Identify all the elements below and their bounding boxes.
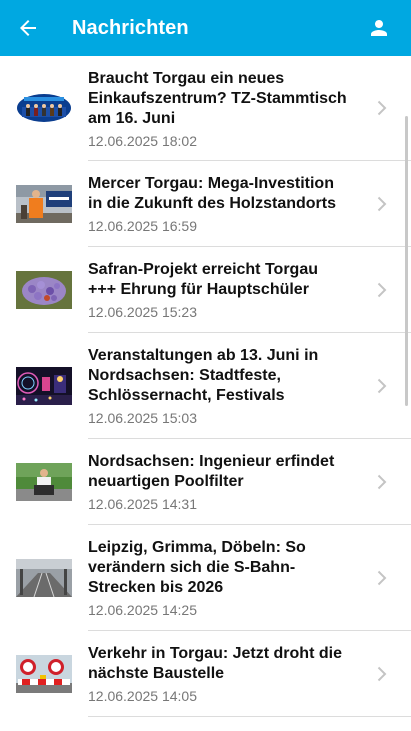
app-bar: Nachrichten [0, 0, 411, 56]
news-item[interactable]: Leipzig, Grimma, Döbeln: So verändern si… [0, 525, 411, 631]
chevron-right-icon [375, 664, 389, 684]
news-title: Veranstaltungen ab 13. Juni in Nordsachs… [88, 347, 319, 404]
news-date: 12.06.2025 14:25 [88, 602, 197, 618]
news-date: 12.06.2025 15:03 [88, 410, 197, 426]
news-title: Nordsachsen: Ingenieur erfindet neuartig… [88, 453, 335, 490]
news-title: Leipzig, Grimma, Döbeln: So verändern si… [88, 539, 306, 596]
profile-button[interactable] [359, 8, 399, 48]
chevron-right-icon [375, 472, 389, 492]
news-item[interactable]: Nordsachsen: Ingenieur erfindet neuartig… [0, 439, 411, 525]
divider [88, 716, 411, 717]
news-title: Mercer Torgau: Mega-Investition in die Z… [88, 175, 337, 212]
chevron-right-icon [375, 376, 389, 396]
news-date: 12.06.2025 14:05 [88, 688, 197, 704]
news-date: 12.06.2025 18:02 [88, 133, 197, 149]
back-button[interactable] [0, 0, 56, 56]
news-item[interactable]: Verkehr in Torgau: Jetzt droht die nächs… [0, 631, 411, 717]
news-item[interactable]: Safran-Projekt erreicht Torgau +++ Ehrun… [0, 247, 411, 333]
chevron-right-icon [375, 568, 389, 588]
news-title: Braucht Torgau ein neues Einkaufszentrum… [88, 70, 347, 127]
chevron-right-icon [375, 194, 389, 214]
news-thumbnail [16, 559, 72, 597]
news-date: 12.06.2025 15:23 [88, 304, 197, 320]
news-item[interactable]: Veranstaltungen ab 13. Juni in Nordsachs… [0, 333, 411, 439]
arrow-back-icon [20, 20, 36, 36]
news-item[interactable]: Mercer Torgau: Mega-Investition in die Z… [0, 161, 411, 247]
chevron-right-icon [375, 98, 389, 118]
scrollbar[interactable] [405, 116, 408, 406]
person-icon [371, 20, 387, 36]
news-title: Verkehr in Torgau: Jetzt droht die nächs… [88, 645, 342, 682]
news-title: Safran-Projekt erreicht Torgau +++ Ehrun… [88, 261, 318, 298]
news-thumbnail [16, 655, 72, 693]
news-list[interactable]: Braucht Torgau ein neues Einkaufszentrum… [0, 56, 411, 731]
news-date: 12.06.2025 16:59 [88, 218, 197, 234]
news-item[interactable]: Braucht Torgau ein neues Einkaufszentrum… [0, 56, 411, 161]
news-thumbnail [16, 463, 72, 501]
news-thumbnail [16, 89, 72, 127]
news-thumbnail [16, 185, 72, 223]
news-thumbnail [16, 367, 72, 405]
chevron-right-icon [375, 280, 389, 300]
page-title: Nachrichten [72, 16, 189, 39]
news-thumbnail [16, 271, 72, 309]
news-date: 12.06.2025 14:31 [88, 496, 197, 512]
